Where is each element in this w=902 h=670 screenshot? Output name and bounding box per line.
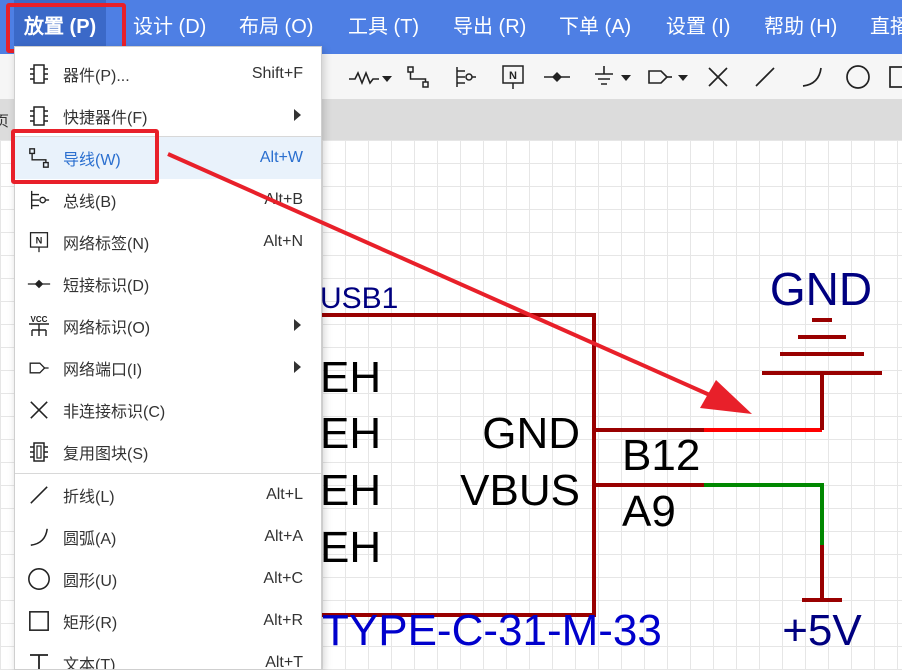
- left-pin-label: EH: [320, 409, 381, 458]
- menu-export[interactable]: 导出 (R): [453, 0, 526, 54]
- menu-item-label: 圆形(U): [63, 573, 118, 590]
- wire-vbus: [704, 483, 824, 545]
- svg-text:N: N: [509, 70, 517, 82]
- wire-item-callout-box: [11, 129, 159, 184]
- submenu-arrow-icon: [294, 361, 301, 373]
- resistor-dropdown-icon[interactable]: [346, 62, 394, 92]
- menu-settings[interactable]: 设置 (I): [666, 0, 730, 54]
- menu-item-label: 折线(L): [63, 489, 115, 506]
- menu-item-label: 圆弧(A): [63, 531, 117, 548]
- gnd-net-label: GND: [770, 263, 872, 315]
- pin-number-b12: B12: [622, 431, 700, 480]
- ground-dropdown-icon[interactable]: [592, 62, 638, 92]
- no-connect-icon: [27, 398, 51, 422]
- menu-item-net-flag[interactable]: VCC 网络标识(O): [15, 305, 321, 347]
- arc-icon: [27, 525, 51, 549]
- menu-item-component[interactable]: 器件(P)... Shift+F: [15, 53, 321, 95]
- pin-name-vbus: VBUS: [460, 466, 580, 515]
- submenu-arrow-icon: [294, 109, 301, 121]
- menu-item-label: 网络标签(N): [63, 236, 150, 253]
- line-icon[interactable]: [751, 62, 779, 92]
- menu-item-shortcut: Alt+L: [266, 486, 303, 503]
- arc-icon[interactable]: [798, 62, 826, 92]
- designator-text: USB1: [320, 282, 398, 315]
- menu-live[interactable]: 直播: [870, 0, 902, 54]
- vcc-icon: VCC: [27, 314, 51, 338]
- net-port-dropdown-icon[interactable]: [646, 62, 694, 92]
- short-flag-icon[interactable]: [543, 62, 571, 92]
- menu-item-label: 网络标识(O): [63, 320, 151, 337]
- menu-item-rectangle[interactable]: 矩形(R) Alt+R: [15, 600, 321, 642]
- menu-help[interactable]: 帮助 (H): [764, 0, 837, 54]
- menu-item-shortcut: Alt+B: [264, 191, 303, 208]
- net-label-icon: N: [27, 230, 51, 254]
- bus-icon: [27, 188, 51, 212]
- menu-item-net-label[interactable]: N 网络标签(N) Alt+N: [15, 221, 321, 263]
- part-name-text: TYPE-C-31-M-33: [322, 606, 662, 655]
- menu-item-shortcut: Shift+F: [251, 65, 303, 82]
- menu-item-label: 快捷器件(F): [63, 110, 148, 127]
- wire-icon[interactable]: [404, 62, 432, 92]
- menu-item-shortcut: Alt+T: [265, 654, 303, 670]
- menu-item-label: 非连接标识(C): [63, 404, 166, 421]
- line-icon: [27, 483, 51, 507]
- left-pin-label: EH: [320, 466, 381, 515]
- svg-text:N: N: [36, 236, 43, 246]
- rectangle-icon[interactable]: [886, 62, 902, 92]
- component-icon: [27, 104, 51, 128]
- svg-text:VCC: VCC: [31, 315, 48, 324]
- short-flag-icon: [27, 272, 51, 296]
- net-port-icon: [27, 356, 51, 380]
- menu-item-label: 文本(T): [63, 657, 116, 670]
- pin-name-gnd: GND: [482, 409, 580, 458]
- menu-item-circle[interactable]: 圆形(U) Alt+C: [15, 558, 321, 600]
- menu-tools[interactable]: 工具 (T): [348, 0, 419, 54]
- menu-item-polyline[interactable]: 折线(L) Alt+L: [15, 474, 321, 516]
- net-label-icon[interactable]: N: [499, 62, 527, 92]
- no-connect-icon[interactable]: [704, 62, 732, 92]
- text-icon: [27, 651, 51, 669]
- menu-item-no-connect[interactable]: 非连接标识(C): [15, 389, 321, 431]
- menu-item-net-port[interactable]: 网络端口(I): [15, 347, 321, 389]
- pin-number-a9: A9: [622, 487, 676, 536]
- menu-item-shortcut: Alt+W: [259, 149, 303, 166]
- menu-item-short-flag[interactable]: 短接标识(D): [15, 263, 321, 305]
- menu-item-reuse-block[interactable]: 复用图块(S): [15, 431, 321, 473]
- bus-icon[interactable]: [451, 62, 479, 92]
- reuse-block-icon: [27, 440, 51, 464]
- rectangle-icon: [27, 609, 51, 633]
- power-net-label: +5V: [782, 606, 862, 655]
- circle-icon: [27, 567, 51, 591]
- menu-item-label: 复用图块(S): [63, 446, 149, 463]
- submenu-arrow-icon: [294, 319, 301, 331]
- menu-item-bus[interactable]: 总线(B) Alt+B: [15, 179, 321, 221]
- menu-item-text[interactable]: 文本(T) Alt+T: [15, 642, 321, 670]
- menu-item-shortcut: Alt+A: [264, 528, 303, 545]
- menu-item-arc[interactable]: 圆弧(A) Alt+A: [15, 516, 321, 558]
- tab-label[interactable]: 页: [0, 110, 9, 131]
- left-pin-label: EH: [320, 353, 381, 402]
- component-icon: [27, 62, 51, 86]
- menu-item-label: 器件(P)...: [63, 68, 130, 85]
- menu-item-label: 网络端口(I): [63, 362, 143, 379]
- circle-icon[interactable]: [844, 62, 872, 92]
- menu-item-label: 短接标识(D): [63, 278, 150, 295]
- menu-item-shortcut: Alt+N: [263, 233, 303, 250]
- menu-order[interactable]: 下单 (A): [559, 0, 631, 54]
- menu-item-label: 矩形(R): [63, 615, 118, 632]
- left-pin-label: EH: [320, 523, 381, 572]
- menu-item-label: 总线(B): [63, 194, 117, 211]
- menu-item-shortcut: Alt+C: [263, 570, 303, 587]
- menu-item-shortcut: Alt+R: [263, 612, 303, 629]
